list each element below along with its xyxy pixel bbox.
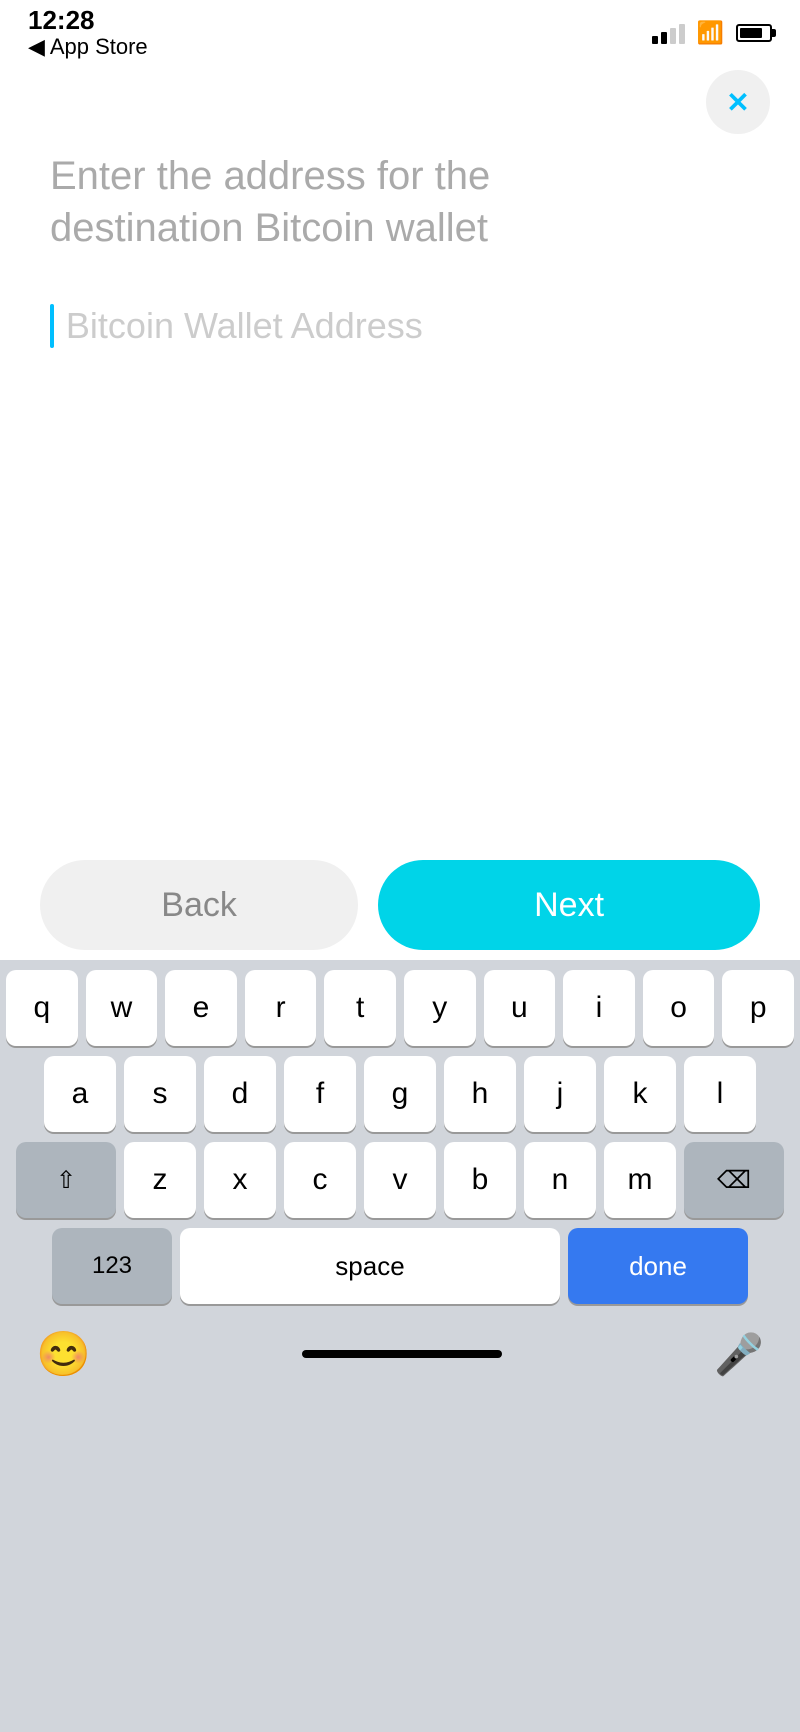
next-button[interactable]: Next <box>378 860 760 950</box>
delete-key[interactable]: ⌫ <box>684 1142 784 1218</box>
microphone-button[interactable]: 🎤 <box>714 1331 764 1378</box>
signal-icon <box>652 22 685 44</box>
action-buttons: Back Next <box>0 830 800 980</box>
key-d[interactable]: d <box>204 1056 276 1132</box>
keyboard-row-3: ⇧ z x c v b n m ⌫ <box>6 1142 794 1218</box>
wallet-address-input[interactable] <box>66 305 750 347</box>
key-y[interactable]: y <box>404 970 476 1046</box>
wallet-input-container[interactable] <box>50 294 750 358</box>
key-e[interactable]: e <box>165 970 237 1046</box>
space-key[interactable]: space <box>180 1228 560 1304</box>
keyboard-row-4: 123 space done <box>6 1228 794 1304</box>
key-w[interactable]: w <box>86 970 158 1046</box>
key-b[interactable]: b <box>444 1142 516 1218</box>
key-v[interactable]: v <box>364 1142 436 1218</box>
key-m[interactable]: m <box>604 1142 676 1218</box>
key-l[interactable]: l <box>684 1056 756 1132</box>
status-left: 12:28 ◀ App Store <box>28 6 148 61</box>
back-button[interactable]: Back <box>40 860 358 950</box>
main-content: ✕ Enter the address for the destination … <box>0 60 800 378</box>
wifi-icon: 📶 <box>697 20 724 46</box>
key-j[interactable]: j <box>524 1056 596 1132</box>
done-key[interactable]: done <box>568 1228 748 1304</box>
key-c[interactable]: c <box>284 1142 356 1218</box>
battery-icon <box>736 24 772 42</box>
key-g[interactable]: g <box>364 1056 436 1132</box>
key-p[interactable]: p <box>722 970 794 1046</box>
key-i[interactable]: i <box>563 970 635 1046</box>
keyboard: q w e r t y u i o p a s d f g h j k l ⇧ … <box>0 960 800 1732</box>
key-o[interactable]: o <box>643 970 715 1046</box>
text-cursor <box>50 304 54 348</box>
status-bar: 12:28 ◀ App Store 📶 <box>0 0 800 60</box>
close-button[interactable]: ✕ <box>706 70 770 134</box>
key-f[interactable]: f <box>284 1056 356 1132</box>
emoji-button[interactable]: 😊 <box>36 1328 91 1380</box>
keyboard-bottom-bar: 😊 🎤 <box>6 1314 794 1400</box>
keyboard-row-1: q w e r t y u i o p <box>6 970 794 1046</box>
page-heading: Enter the address for the destination Bi… <box>50 150 750 254</box>
content-wrapper: ✕ Enter the address for the destination … <box>0 60 800 980</box>
key-s[interactable]: s <box>124 1056 196 1132</box>
key-r[interactable]: r <box>245 970 317 1046</box>
key-x[interactable]: x <box>204 1142 276 1218</box>
key-z[interactable]: z <box>124 1142 196 1218</box>
key-t[interactable]: t <box>324 970 396 1046</box>
key-h[interactable]: h <box>444 1056 516 1132</box>
key-a[interactable]: a <box>44 1056 116 1132</box>
numbers-key[interactable]: 123 <box>52 1228 172 1304</box>
keyboard-row-2: a s d f g h j k l <box>6 1056 794 1132</box>
status-time: 12:28 <box>28 6 148 35</box>
key-n[interactable]: n <box>524 1142 596 1218</box>
key-q[interactable]: q <box>6 970 78 1046</box>
status-right: 📶 <box>652 20 772 46</box>
status-appstore[interactable]: ◀ App Store <box>28 34 148 60</box>
key-u[interactable]: u <box>484 970 556 1046</box>
home-indicator <box>302 1350 502 1358</box>
key-k[interactable]: k <box>604 1056 676 1132</box>
shift-key[interactable]: ⇧ <box>16 1142 116 1218</box>
